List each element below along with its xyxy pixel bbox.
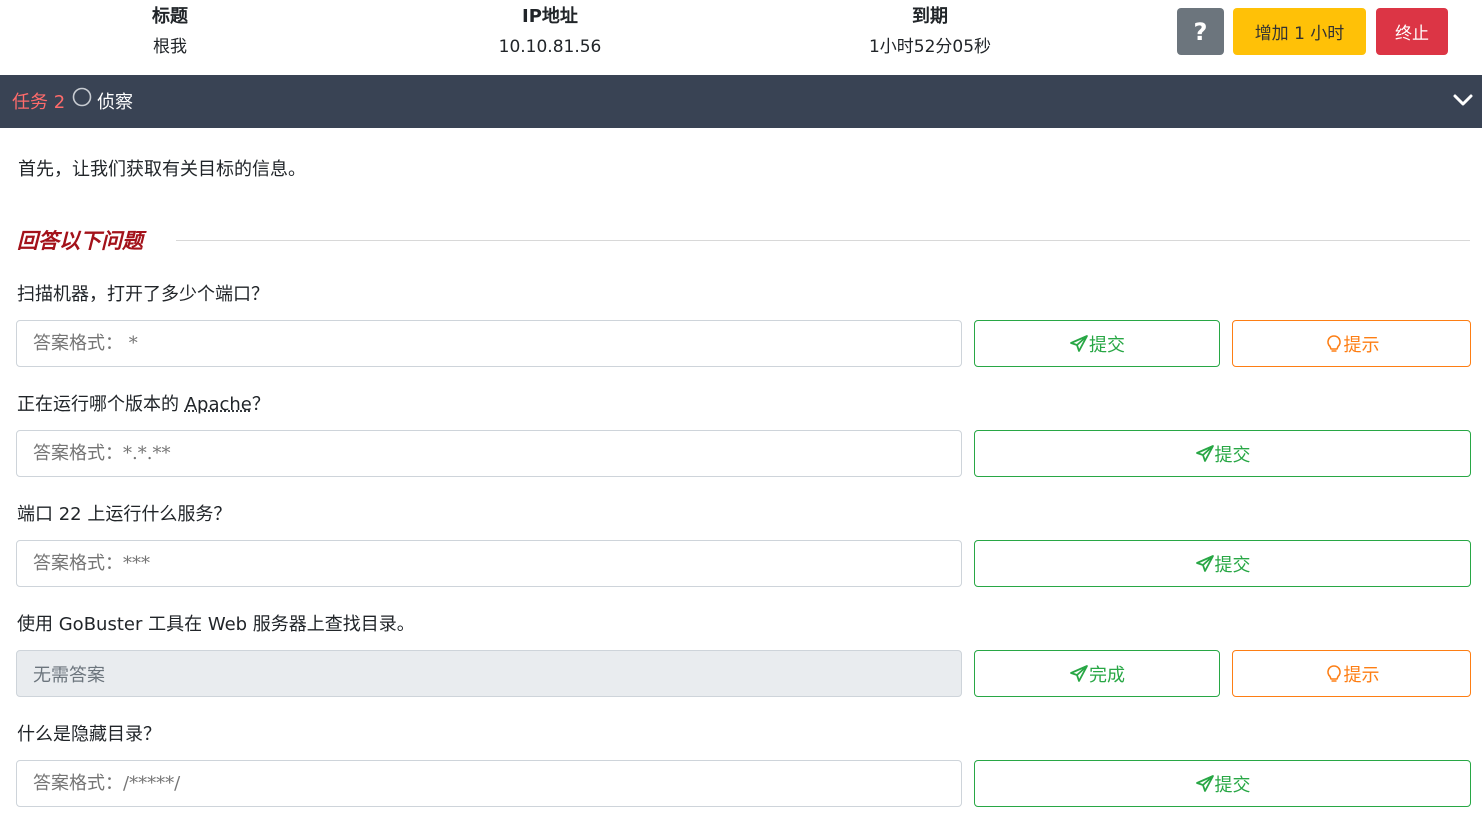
submit-button-5[interactable]: 提交 [974, 760, 1471, 807]
ip-label: IP地址 [522, 6, 578, 27]
expires-label: 到期 [912, 6, 948, 27]
machine-info-bar: 标题 根我 IP地址 10.10.81.56 到期 1小时52分05秒 ? 增加… [0, 0, 1482, 75]
expires-value: 1小时52分05秒 [868, 37, 992, 57]
task-intro: 首先，让我们获取有关目标的信息。 [18, 159, 306, 180]
lightbulb-icon [1326, 334, 1341, 352]
hint-button-4[interactable]: 提示 [1232, 650, 1471, 697]
paper-plane-icon [1070, 664, 1088, 682]
task-header[interactable]: 任务 2 侦察 [0, 75, 1482, 128]
ip-column: IP地址 10.10.81.56 [470, 4, 630, 64]
question-4-text-c: 工具在 [142, 614, 208, 635]
web-term: Web [207, 614, 248, 635]
question-2-text-b: ？ [251, 394, 270, 415]
submit-label-5: 提交 [1214, 774, 1251, 796]
paper-plane-icon [1195, 444, 1214, 462]
submit-label-3: 提交 [1214, 554, 1251, 576]
paper-plane-icon [1195, 774, 1214, 792]
question-3-text-b: 上运行什么服务？ [81, 504, 232, 525]
answer-heading: 回答以下问题 [17, 228, 143, 253]
complete-button-4[interactable]: 完成 [974, 650, 1220, 697]
question-1: 扫描机器，打开了多少个端口？ [17, 284, 269, 305]
question-2: 正在运行哪个版本的 Apache？ [17, 390, 270, 416]
answer-input-2[interactable] [16, 430, 962, 477]
hint-button-1[interactable]: 提示 [1232, 320, 1471, 367]
task-title: 侦察 [97, 92, 133, 113]
port-number: 22 [58, 504, 82, 525]
paper-plane-icon [1195, 554, 1214, 572]
submit-button-1[interactable]: 提交 [974, 320, 1220, 367]
submit-label-1: 提交 [1089, 334, 1125, 356]
question-5: 什么是隐藏目录？ [17, 724, 161, 745]
expires-column: 到期 1小时52分05秒 [830, 4, 1030, 64]
submit-button-2[interactable]: 提交 [974, 430, 1471, 477]
task-status-circle-icon [72, 87, 92, 107]
question-4: 使用 GoBuster 工具在 Web 服务器上查找目录。 [17, 610, 415, 636]
hint-label-1: 提示 [1343, 334, 1380, 356]
answer-input-5[interactable] [16, 760, 962, 807]
answer-input-1[interactable] [16, 320, 962, 367]
submit-button-3[interactable]: 提交 [974, 540, 1471, 587]
answer-input-3[interactable] [16, 540, 962, 587]
machine-title-value: 根我 [153, 37, 187, 57]
submit-label-2: 提交 [1214, 444, 1251, 466]
question-2-text-a: 正在运行哪个版本的 [17, 394, 185, 415]
apache-abbr: Apache [184, 394, 252, 415]
lightbulb-icon [1326, 664, 1341, 682]
gobuster-term: GoBuster [58, 614, 143, 635]
question-3: 端口 22 上运行什么服务？ [17, 500, 231, 526]
question-4-text-e: 服务器上查找目录。 [247, 614, 415, 635]
hint-label-4: 提示 [1343, 664, 1380, 686]
question-3-text-a: 端口 [17, 504, 59, 525]
paper-plane-icon [1070, 334, 1088, 352]
terminate-button[interactable]: 终止 [1376, 8, 1448, 55]
help-button[interactable]: ? [1177, 8, 1224, 55]
chevron-down-icon[interactable] [1451, 88, 1475, 112]
machine-title-label: 标题 [152, 6, 188, 27]
complete-label-4: 完成 [1089, 664, 1125, 686]
task-number: 任务 2 [12, 92, 66, 113]
heading-divider [176, 240, 1470, 241]
add-hour-button[interactable]: 增加 1 小时 [1233, 8, 1366, 55]
answer-input-4 [16, 650, 962, 697]
ip-value: 10.10.81.56 [498, 37, 602, 57]
question-4-text-a: 使用 [17, 614, 59, 635]
machine-title-column: 标题 根我 [110, 4, 230, 64]
